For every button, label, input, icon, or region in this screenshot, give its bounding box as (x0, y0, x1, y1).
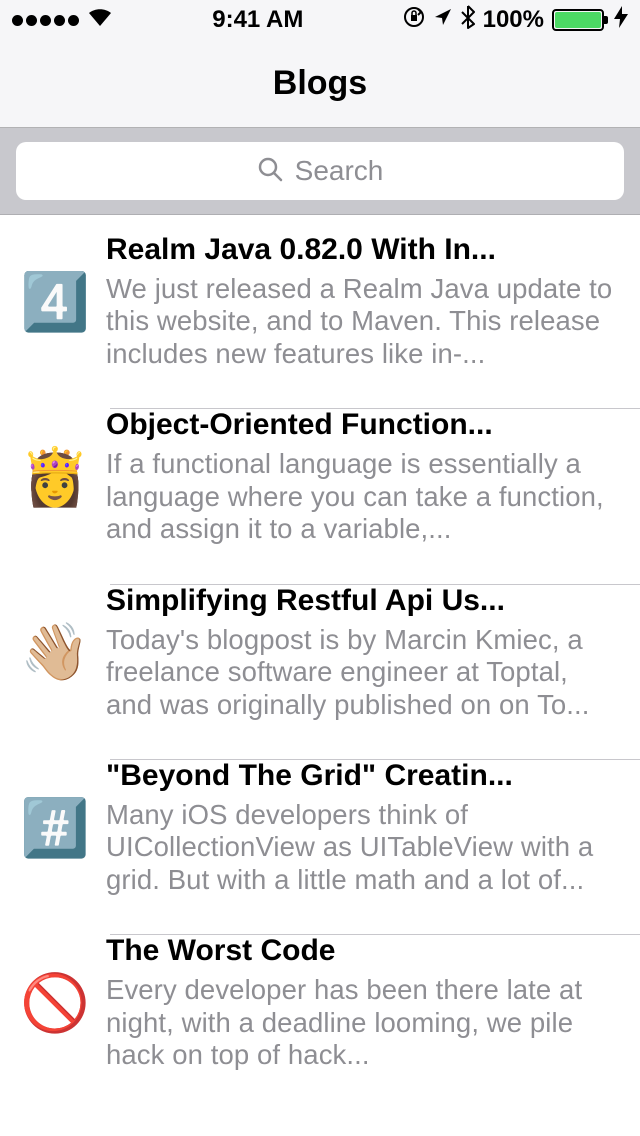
row-text: Simplifying Restful Api Us... Today's bl… (106, 584, 620, 721)
divider (110, 584, 640, 585)
charging-icon (614, 6, 628, 34)
status-left (12, 6, 113, 34)
row-text: The Worst Code Every developer has been … (106, 934, 620, 1071)
search-icon (257, 156, 283, 187)
blog-list: 4️⃣ Realm Java 0.82.0 With In... We just… (0, 215, 640, 1092)
nav-header: Blogs (0, 40, 640, 128)
list-item[interactable]: 4️⃣ Realm Java 0.82.0 With In... We just… (0, 215, 640, 390)
row-title: Realm Java 0.82.0 With In... (106, 233, 620, 267)
location-icon (433, 6, 453, 34)
row-icon: #️⃣ (18, 759, 92, 896)
search-input[interactable]: Search (16, 142, 624, 200)
search-placeholder: Search (295, 155, 384, 187)
row-text: Object-Oriented Function... If a functio… (106, 408, 620, 545)
list-item[interactable]: 👋🏼 Simplifying Restful Api Us... Today's… (0, 566, 640, 741)
list-item[interactable]: 👸 Object-Oriented Function... If a funct… (0, 390, 640, 565)
divider (110, 759, 640, 760)
status-bar: 9:41 AM 100% (0, 0, 640, 40)
divider (110, 408, 640, 409)
list-item[interactable]: 🚫 The Worst Code Every developer has bee… (0, 916, 640, 1091)
row-description: Every developer has been there late at n… (106, 974, 620, 1071)
row-description: Today's blogpost is by Marcin Kmiec, a f… (106, 624, 620, 721)
row-icon: 👋🏼 (18, 584, 92, 721)
page-title: Blogs (273, 64, 367, 103)
signal-strength-icon (12, 15, 79, 26)
row-title: "Beyond The Grid" Creatin... (106, 759, 620, 793)
row-title: Simplifying Restful Api Us... (106, 584, 620, 618)
row-description: We just released a Realm Java update to … (106, 273, 620, 370)
list-item[interactable]: #️⃣ "Beyond The Grid" Creatin... Many iO… (0, 741, 640, 916)
rotation-lock-icon (403, 6, 425, 35)
row-icon: 👸 (18, 408, 92, 545)
status-time: 9:41 AM (113, 6, 403, 34)
row-description: Many iOS developers think of UICollectio… (106, 799, 620, 896)
row-icon: 4️⃣ (18, 233, 92, 370)
battery-percent: 100% (483, 6, 544, 34)
row-text: "Beyond The Grid" Creatin... Many iOS de… (106, 759, 620, 896)
row-text: Realm Java 0.82.0 With In... We just rel… (106, 233, 620, 370)
search-bar: Search (0, 128, 640, 215)
row-title: Object-Oriented Function... (106, 408, 620, 442)
bluetooth-icon (461, 5, 475, 36)
row-title: The Worst Code (106, 934, 620, 968)
battery-icon (552, 9, 604, 31)
status-right: 100% (403, 5, 628, 36)
row-icon: 🚫 (18, 934, 92, 1071)
row-description: If a functional language is essentially … (106, 448, 620, 545)
wifi-icon (87, 6, 113, 34)
divider (110, 934, 640, 935)
